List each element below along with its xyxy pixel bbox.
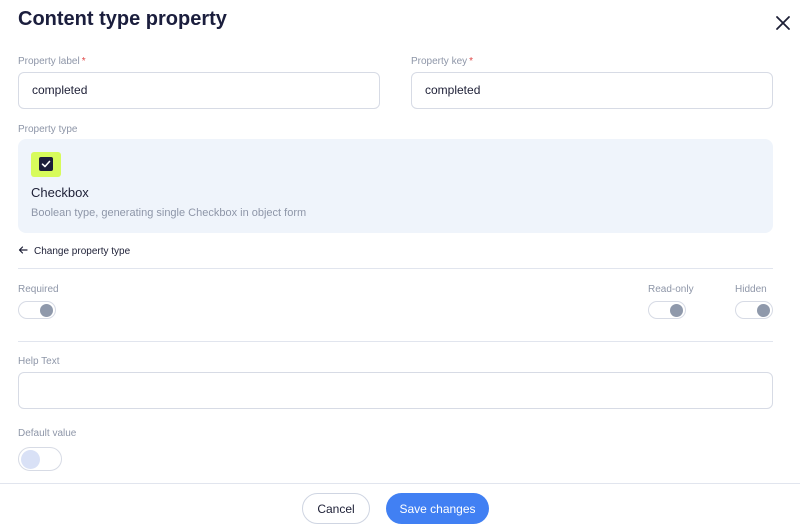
required-mark: * <box>469 56 474 67</box>
change-property-type-link[interactable]: Change property type <box>18 245 130 258</box>
property-type-caption: Property type <box>18 124 78 135</box>
divider <box>18 268 773 269</box>
toggle-knob <box>40 304 53 317</box>
default-value-label: Default value <box>18 428 77 439</box>
required-mark: * <box>81 56 86 67</box>
default-value-toggle[interactable] <box>18 447 62 471</box>
checkbox-icon <box>31 152 61 177</box>
close-icon[interactable] <box>773 13 793 33</box>
property-label-input[interactable]: completed <box>18 72 380 109</box>
arrow-left-icon <box>18 245 28 258</box>
required-toggle[interactable] <box>18 301 56 319</box>
property-type-description: Boolean type, generating single Checkbox… <box>31 207 307 219</box>
required-label: Required <box>18 284 59 295</box>
toggle-knob <box>670 304 683 317</box>
property-key-input[interactable]: completed <box>411 72 773 109</box>
divider <box>18 341 773 342</box>
help-text-input[interactable] <box>18 372 773 409</box>
hidden-label: Hidden <box>735 284 767 295</box>
property-label-text: Property label <box>18 56 80 67</box>
property-key-caption: Property key * <box>411 56 473 67</box>
read-only-toggle[interactable] <box>648 301 686 319</box>
hidden-toggle[interactable] <box>735 301 773 319</box>
property-type-card: Checkbox Boolean type, generating single… <box>18 139 773 233</box>
toggle-knob <box>21 450 40 469</box>
cancel-button[interactable]: Cancel <box>302 493 370 524</box>
read-only-label: Read-only <box>648 284 694 295</box>
property-label-caption: Property label * <box>18 56 86 67</box>
property-type-name: Checkbox <box>31 185 89 200</box>
help-text-label: Help Text <box>18 356 60 367</box>
dialog-title: Content type property <box>18 8 227 30</box>
change-property-type-label: Change property type <box>34 246 131 257</box>
save-changes-button[interactable]: Save changes <box>386 493 489 524</box>
toggle-knob <box>757 304 770 317</box>
property-key-text: Property key <box>411 56 468 67</box>
footer-divider <box>0 483 800 484</box>
